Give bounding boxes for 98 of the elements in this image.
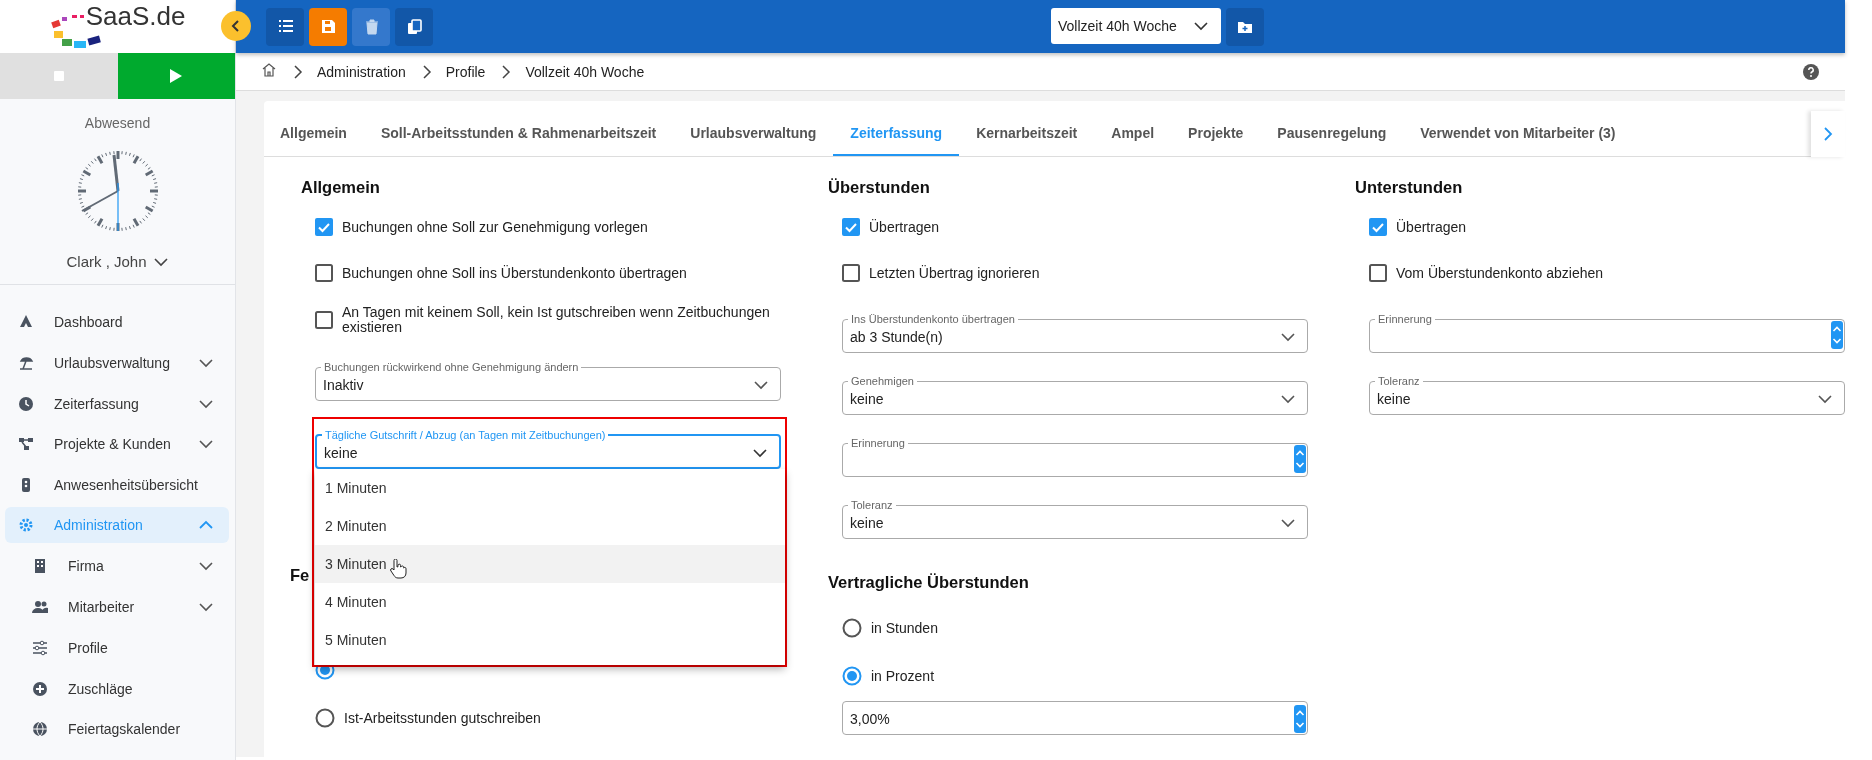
tab[interactable]: Projekte [1171, 111, 1261, 156]
menu-option[interactable]: 3 Minuten [315, 545, 785, 583]
breadcrumb-link[interactable]: Vollzeit 40h Woche [525, 63, 645, 80]
gear-icon [18, 517, 34, 534]
checkbox[interactable] [1369, 218, 1387, 236]
menu-option[interactable]: 5 Minuten [315, 621, 785, 659]
checkbox-label: Übertragen [1396, 219, 1467, 235]
checkbox[interactable] [315, 311, 333, 329]
select-field[interactable]: Toleranz keine [842, 499, 1308, 539]
checkbox[interactable] [1369, 264, 1387, 282]
logo-text: SaaS.de [85, 1, 186, 32]
field-label: Toleranz [1377, 375, 1421, 387]
radio-button[interactable] [842, 666, 862, 686]
chevron-left-icon [231, 19, 241, 33]
radio-button[interactable] [842, 618, 862, 638]
stepper-icon [1294, 705, 1306, 733]
checkbox[interactable] [315, 218, 333, 236]
select-field[interactable]: Genehmigen keine [842, 375, 1308, 415]
tab[interactable]: Pausenregelung [1260, 111, 1404, 156]
new-folder-button[interactable] [1226, 7, 1264, 46]
plus-circle-icon [32, 680, 48, 697]
clock-icon [18, 395, 34, 412]
save-button[interactable] [309, 7, 347, 46]
section-heading: Allgemein [301, 178, 381, 197]
stop-icon [53, 71, 64, 81]
breadcrumb-link[interactable]: Profile [445, 63, 486, 80]
globe-icon [32, 721, 48, 738]
menu-option[interactable]: 4 Minuten [315, 583, 785, 621]
help-icon [1803, 63, 1819, 80]
tab[interactable]: Urlaubsverwaltung [673, 111, 834, 156]
tab[interactable]: Verwendet von Mitarbeiter (3) [1403, 111, 1633, 156]
radio-label: in Stunden [871, 620, 938, 636]
field-label: Erinnerung [850, 437, 906, 449]
field-label: Tägliche Gutschrift / Abzug (an Tagen mit Zeitbuchungen) [324, 429, 607, 441]
list-button[interactable] [266, 7, 304, 46]
field-label: Buchungen rückwirkend ohne Genehmigung ändern [323, 361, 580, 373]
section-heading: Überstunden [828, 178, 931, 197]
tab[interactable]: Ampel [1094, 111, 1172, 156]
nav-item[interactable]: Mitarbeiter [5, 586, 229, 628]
copy-icon [406, 18, 422, 35]
chevron-right-icon [1823, 126, 1833, 142]
trash-icon [363, 18, 379, 35]
sliders-icon [32, 639, 48, 656]
field-label: Toleranz [850, 499, 894, 511]
select-field[interactable]: Ins Überstundenkonto übertragen ab 3 Stunde(n) [842, 313, 1308, 353]
people-icon [32, 599, 48, 616]
checkbox-label: An Tagen mit keinem Soll, kein Ist gutschreiben wenn Zeitbuchungen existieren [342, 305, 771, 335]
tab[interactable]: Allgemein [264, 111, 364, 156]
status-text: Abwesend [83, 115, 152, 131]
nav-item[interactable]: Anwesenheitsübersicht [5, 464, 229, 506]
tab[interactable]: Soll-Arbeitsstunden & Rahmenarbeitszeit [363, 111, 674, 156]
checkbox[interactable] [842, 264, 860, 282]
select-field[interactable]: Buchungen rückwirkend ohne Genehmigung ändern Inaktiv [315, 361, 781, 401]
home-icon [261, 62, 277, 78]
checkbox-label: Übertragen [869, 219, 940, 235]
checkbox[interactable] [842, 218, 860, 236]
tab[interactable]: Kernarbeitszeit [959, 111, 1095, 156]
menu-option[interactable]: 2 Minuten [315, 507, 785, 545]
checkbox-label: Letzten Übertrag ignorieren [869, 265, 1040, 281]
hand-cursor-icon [389, 559, 407, 580]
list-icon [277, 18, 293, 35]
building-icon [32, 558, 48, 575]
section-heading: Vertragliche Überstunden [828, 573, 1030, 592]
nav-item[interactable]: Dashboard [5, 302, 229, 343]
user-menu[interactable]: Clark , John [66, 253, 169, 270]
checkbox-label: Vom Überstundenkonto abziehen [1396, 265, 1604, 281]
radio-label: Ist-Arbeitsstunden gutschreiben [344, 710, 541, 726]
chevron-right-icon [499, 63, 512, 80]
nav-item[interactable]: Profile [5, 627, 229, 669]
checkbox-label: Buchungen ohne Soll ins Überstundenkonto übertragen [342, 265, 687, 281]
checkbox[interactable] [315, 264, 333, 282]
radio-label: in Prozent [871, 668, 935, 684]
stepper-icon [1294, 445, 1306, 473]
select-field[interactable]: Toleranz keine [1369, 375, 1845, 415]
nav-item[interactable]: Firma [5, 546, 229, 587]
nav-item[interactable]: Zeiterfassung [5, 383, 229, 425]
field-label: Ins Überstundenkonto übertragen [850, 313, 1016, 325]
number-field[interactable]: Erinnerung [1369, 313, 1845, 353]
radio-button[interactable] [315, 708, 335, 728]
field-label: Erinnerung [1377, 313, 1433, 325]
profile-select[interactable]: Vollzeit 40h Woche [1051, 7, 1221, 44]
section-heading: Fe [290, 566, 310, 585]
copy-button[interactable] [395, 7, 433, 46]
field-label: Genehmigen [850, 375, 915, 387]
beach-umbrella-icon [18, 355, 34, 372]
checkbox-label: Buchungen ohne Soll zur Genehmigung vorlegen [342, 219, 648, 235]
nav-item[interactable]: Zuschläge [5, 668, 229, 709]
number-field[interactable]: 3,00% [842, 701, 1308, 735]
section-heading: Unterstunden [1355, 178, 1464, 197]
nav-item[interactable]: Feiertagskalender [5, 708, 229, 750]
number-field[interactable]: Erinnerung [842, 437, 1308, 477]
network-icon [18, 436, 34, 453]
nav-item[interactable]: Projekte & Kunden [5, 424, 229, 465]
menu-option[interactable]: 1 Minuten [315, 469, 785, 507]
play-icon [170, 69, 183, 83]
breadcrumb-link[interactable]: Administration [317, 63, 406, 80]
chevron-right-icon [291, 63, 303, 80]
nav-item[interactable]: Urlaubsverwaltung [5, 342, 229, 384]
